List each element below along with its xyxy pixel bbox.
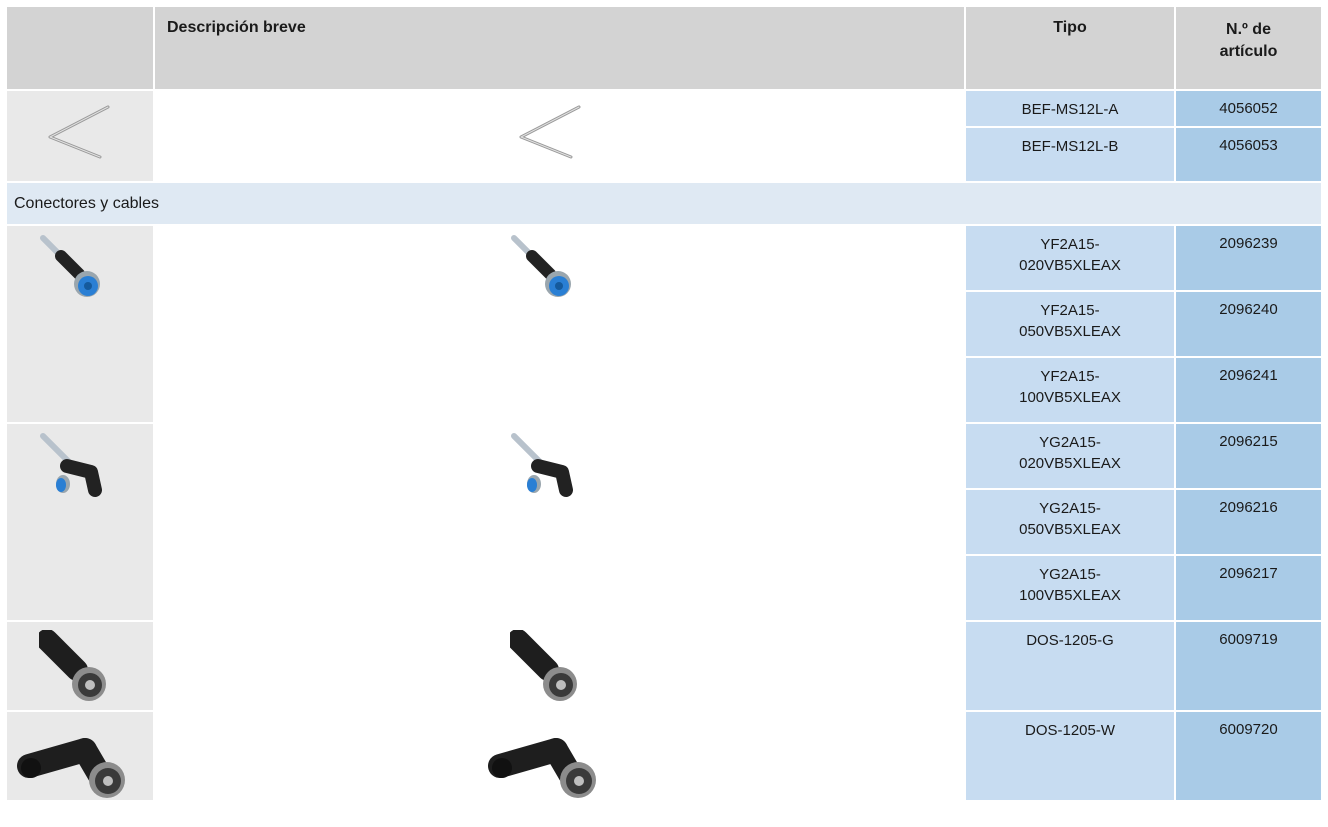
- hex-key-icon: [48, 105, 110, 159]
- tipo-cell: YG2A15- 100VB5XLEAX: [964, 554, 1176, 620]
- header-image-cell: [7, 7, 155, 89]
- description-cell-hex-key: [155, 89, 964, 181]
- straight-field-connector-icon: [510, 630, 577, 701]
- tipo-line2: 050VB5XLEAX: [1019, 323, 1121, 340]
- tipo-line1: YF2A15-: [1040, 368, 1100, 385]
- tipo-line2: 020VB5XLEAX: [1019, 257, 1121, 274]
- tipo-line1: YG2A15-: [1039, 434, 1101, 451]
- articulo-cell: 4056053: [1176, 126, 1321, 181]
- tipo-cell: YF2A15- 020VB5XLEAX: [964, 224, 1176, 290]
- articulo-cell: 6009719: [1176, 620, 1321, 710]
- header-articulo-line1: N.º de: [1226, 21, 1271, 38]
- tipo-line1: YG2A15-: [1039, 566, 1101, 583]
- tipo-cell: YF2A15- 050VB5XLEAX: [964, 290, 1176, 356]
- table-row: YG2A15- 020VB5XLEAX 2096215: [7, 422, 1321, 620]
- tipo-cell: DOS-1205-G: [964, 620, 1176, 710]
- articulo-cell: 6009720: [1176, 710, 1321, 800]
- table-row: BEF-MS12L-A 4056052: [7, 89, 1321, 181]
- hex-key-icon: [519, 105, 581, 159]
- angled-cable-connector-icon: [511, 433, 573, 497]
- straight-cable-connector-icon: [511, 235, 571, 297]
- tipo-line2: 100VB5XLEAX: [1019, 389, 1121, 406]
- header-articulo: N.º de artículo: [1176, 7, 1321, 89]
- tipo-line2: 100VB5XLEAX: [1019, 587, 1121, 604]
- tipo-cell: DOS-1205-W: [964, 710, 1176, 800]
- tipo-cell: BEF-MS12L-A: [964, 89, 1176, 126]
- image-cell-angled-field-connector: [7, 710, 155, 800]
- articulo-cell: 4056052: [1176, 89, 1321, 126]
- description-cell-straight-cable: [155, 224, 964, 422]
- description-cell-straight-field-connector: [155, 620, 964, 710]
- straight-field-connector-icon: [39, 630, 106, 701]
- articulo-cell: 2096239: [1176, 224, 1321, 290]
- angled-cable-connector-icon: [40, 433, 102, 497]
- accessories-table-page: Descripción breve Tipo N.º de artículo B…: [0, 0, 1328, 827]
- header-articulo-line2: artículo: [1219, 43, 1278, 60]
- tipo-line2: 020VB5XLEAX: [1019, 455, 1121, 472]
- articulo-cell: 2096217: [1176, 554, 1321, 620]
- table-row: YF2A15- 020VB5XLEAX 2096239: [7, 224, 1321, 422]
- header-tipo: Tipo: [964, 7, 1176, 89]
- articulo-cell: 2096241: [1176, 356, 1321, 422]
- straight-cable-connector-icon: [40, 235, 100, 297]
- tipo-line1: YF2A15-: [1040, 302, 1100, 319]
- table-row: DOS-1205-G 6009719: [7, 620, 1321, 710]
- angled-field-connector-icon: [488, 738, 596, 798]
- image-cell-straight-field-connector: [7, 620, 155, 710]
- header-description: Descripción breve: [155, 7, 964, 89]
- table-row: DOS-1205-W 6009720: [7, 710, 1321, 800]
- articulo-cell: 2096215: [1176, 422, 1321, 488]
- angled-field-connector-icon: [17, 738, 125, 798]
- tipo-line2: 050VB5XLEAX: [1019, 521, 1121, 538]
- tipo-cell: YG2A15- 020VB5XLEAX: [964, 422, 1176, 488]
- image-cell-angled-cable: [7, 422, 155, 620]
- accessories-table: Descripción breve Tipo N.º de artículo B…: [7, 7, 1321, 800]
- tipo-cell: YF2A15- 100VB5XLEAX: [964, 356, 1176, 422]
- articulo-cell: 2096216: [1176, 488, 1321, 554]
- articulo-cell: 2096240: [1176, 290, 1321, 356]
- image-cell-straight-cable: [7, 224, 155, 422]
- description-cell-angled-cable: [155, 422, 964, 620]
- section-row: Conectores y cables: [7, 181, 1321, 224]
- tipo-cell: YG2A15- 050VB5XLEAX: [964, 488, 1176, 554]
- description-cell-angled-field-connector: [155, 710, 964, 800]
- tipo-line1: YF2A15-: [1040, 236, 1100, 253]
- tipo-line1: YG2A15-: [1039, 500, 1101, 517]
- tipo-cell: BEF-MS12L-B: [964, 126, 1176, 181]
- table-header-row: Descripción breve Tipo N.º de artículo: [7, 7, 1321, 89]
- image-cell-hex-key: [7, 89, 155, 181]
- section-title: Conectores y cables: [7, 181, 1321, 224]
